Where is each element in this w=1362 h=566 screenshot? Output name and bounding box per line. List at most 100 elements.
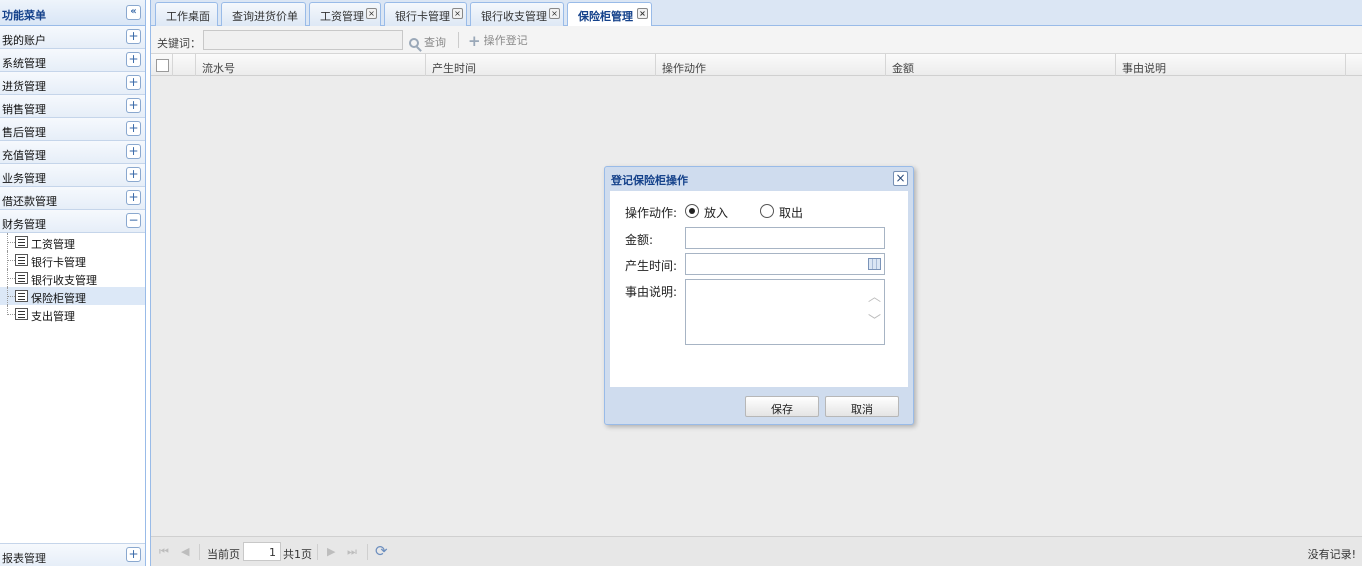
tab-desktop[interactable]: 工作桌面 [155, 2, 218, 26]
action-in-label[interactable]: 放入 [704, 204, 728, 221]
action-out-radio[interactable] [760, 204, 774, 218]
menu-section-loans[interactable]: 借还款管理 + [0, 187, 145, 210]
first-page-icon[interactable]: ⏮ [159, 545, 169, 559]
sidebar-item-salary[interactable]: 工资管理 [0, 233, 145, 251]
toolbar-divider [458, 32, 459, 48]
expand-icon[interactable]: + [126, 190, 141, 205]
total-pages-label: 共1页 [283, 548, 312, 561]
sidebar-item-label: 支出管理 [31, 310, 75, 323]
time-input[interactable] [685, 253, 885, 275]
action-out-label[interactable]: 取出 [779, 204, 803, 221]
column-header-time[interactable]: 产生时间 [426, 54, 656, 76]
tab-salary[interactable]: 工资管理 × [309, 2, 381, 26]
tab-bank-ledger[interactable]: 银行收支管理 × [470, 2, 564, 26]
scroll-down-icon[interactable]: ﹀ [868, 315, 881, 328]
dialog-form: 操作动作: 放入 取出 金额: 产生时间: 事由说明: ︿ ﹀ [610, 191, 908, 387]
document-icon [15, 236, 28, 248]
menu-section-label: 报表管理 [2, 552, 46, 565]
expand-icon[interactable]: + [126, 75, 141, 90]
menu-section-label: 进货管理 [2, 80, 46, 93]
expand-icon[interactable]: + [126, 98, 141, 113]
save-button[interactable]: 保存 [745, 396, 819, 417]
sidebar-item-bank-ledger[interactable]: 银行收支管理 [0, 269, 145, 287]
column-header-reason[interactable]: 事由说明 [1116, 54, 1346, 76]
sidebar-item-label: 银行卡管理 [31, 256, 86, 269]
collapse-sidebar-icon[interactable]: « [126, 5, 141, 20]
sidebar-title: 功能菜单 [2, 9, 46, 22]
menu-section-label: 借还款管理 [2, 195, 57, 208]
menu-section-system[interactable]: 系统管理 + [0, 49, 145, 72]
select-all-cell [151, 54, 173, 76]
tab-bar: 工作桌面 查询进货价单 工资管理 × 银行卡管理 × 银行收支管理 × 保险柜管… [151, 0, 1362, 27]
expand-icon[interactable]: + [126, 29, 141, 44]
keyword-input[interactable] [203, 30, 403, 50]
row-number-header [173, 54, 196, 76]
menu-section-label: 业务管理 [2, 172, 46, 185]
document-icon [15, 308, 28, 320]
expand-icon[interactable]: + [126, 52, 141, 67]
document-icon [15, 254, 28, 266]
sidebar-item-label: 工资管理 [31, 238, 75, 251]
register-button[interactable]: + 操作登记 [468, 32, 528, 50]
record-status: 没有记录! [1307, 548, 1356, 561]
menu-section-sales[interactable]: 销售管理 + [0, 95, 145, 118]
document-icon [15, 272, 28, 284]
reason-textarea[interactable]: ︿ ﹀ [685, 279, 885, 345]
current-page-label: 当前页 [207, 548, 240, 561]
menu-section-account[interactable]: 我的账户 + [0, 26, 145, 49]
collapse-icon[interactable]: − [126, 213, 141, 228]
tab-safe[interactable]: 保险柜管理 × [567, 2, 652, 27]
register-button-label: 操作登记 [483, 34, 528, 47]
menu-section-reports[interactable]: 报表管理 + [0, 543, 145, 566]
cancel-button[interactable]: 取消 [825, 396, 899, 417]
sidebar-item-expense[interactable]: 支出管理 [0, 305, 145, 323]
menu-section-aftersales[interactable]: 售后管理 + [0, 118, 145, 141]
tab-label: 银行卡管理 [395, 10, 450, 23]
tab-label: 工作桌面 [166, 10, 210, 23]
pagination-bar: ⏮ ◀ 当前页 1 共1页 ▶ ⏭ ⟳ 没有记录! [151, 536, 1362, 566]
page-number-input[interactable]: 1 [243, 542, 281, 561]
column-header-serial[interactable]: 流水号 [196, 54, 426, 76]
sidebar-item-bank-card[interactable]: 银行卡管理 [0, 251, 145, 269]
column-header-action[interactable]: 操作动作 [656, 54, 886, 76]
sidebar-item-label: 银行收支管理 [31, 274, 97, 287]
last-page-icon[interactable]: ⏭ [347, 545, 357, 559]
expand-icon[interactable]: + [126, 144, 141, 159]
grid-header: 流水号 产生时间 操作动作 金额 事由说明 [151, 54, 1362, 76]
menu-section-recharge[interactable]: 充值管理 + [0, 141, 145, 164]
close-icon[interactable]: × [366, 8, 377, 19]
close-icon[interactable]: × [549, 8, 560, 19]
select-all-checkbox[interactable] [156, 59, 169, 72]
menu-section-label: 充值管理 [2, 149, 46, 162]
menu-section-label: 我的账户 [2, 34, 46, 47]
expand-icon[interactable]: + [126, 167, 141, 182]
search-button[interactable]: 查询 [409, 34, 446, 50]
amount-input[interactable] [685, 227, 885, 249]
menu-section-business[interactable]: 业务管理 + [0, 164, 145, 187]
column-header-amount[interactable]: 金额 [886, 54, 1116, 76]
close-icon[interactable]: × [893, 171, 908, 186]
tab-label: 银行收支管理 [481, 10, 547, 23]
menu-section-purchase[interactable]: 进货管理 + [0, 72, 145, 95]
tab-bank-card[interactable]: 银行卡管理 × [384, 2, 467, 26]
close-icon[interactable]: × [637, 8, 648, 19]
expand-icon[interactable]: + [126, 121, 141, 136]
menu-section-label: 财务管理 [2, 218, 46, 231]
menu-section-finance[interactable]: 财务管理 − [0, 210, 145, 233]
tab-label: 查询进货价单 [232, 10, 298, 23]
expand-icon[interactable]: + [126, 547, 141, 562]
next-page-icon[interactable]: ▶ [327, 545, 335, 558]
document-icon [15, 290, 28, 302]
keyword-label: 关键词： [157, 37, 201, 50]
tab-purchase-price-query[interactable]: 查询进货价单 [221, 2, 306, 26]
refresh-icon[interactable]: ⟳ [375, 542, 388, 560]
action-in-radio[interactable] [685, 204, 699, 218]
reason-label: 事由说明: [625, 285, 678, 299]
tab-label: 工资管理 [320, 10, 364, 23]
sidebar-item-safe[interactable]: 保险柜管理 [0, 287, 145, 305]
scroll-up-icon[interactable]: ︿ [868, 291, 881, 304]
calendar-icon[interactable] [868, 258, 881, 270]
close-icon[interactable]: × [452, 8, 463, 19]
prev-page-icon[interactable]: ◀ [181, 545, 189, 558]
sidebar: 功能菜单 « 我的账户 + 系统管理 + 进货管理 + 销售管理 + 售后管理 … [0, 0, 146, 566]
